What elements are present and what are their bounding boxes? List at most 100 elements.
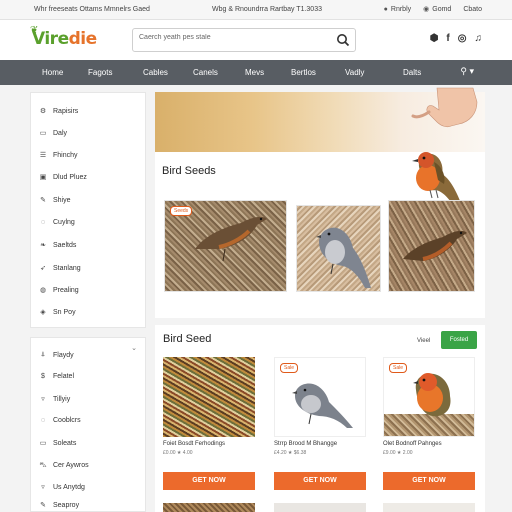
sidebar-item-8[interactable]: ➶ Stanlang (39, 264, 81, 273)
dollar-icon: $ (41, 373, 45, 380)
nav-item-8[interactable]: Dalts (403, 68, 421, 77)
sidebar-item-1[interactable]: ⚙ Rapisirs (39, 107, 78, 116)
next-row-image-2[interactable] (274, 503, 366, 512)
list-icon: ☰ (39, 152, 47, 159)
product-price: £9.00 ★ 2.00 (383, 450, 413, 456)
sparrow-image (195, 216, 267, 262)
pen-icon: ✎ (40, 197, 46, 204)
category-tile-1[interactable]: Seeds (164, 200, 287, 292)
category-tile-2[interactable] (296, 205, 381, 292)
sidebar-item-5[interactable]: ✎ Shiye (39, 196, 70, 205)
get-now-button-2[interactable]: GET NOW (274, 472, 366, 490)
product-image-2[interactable]: Sale (274, 357, 366, 437)
product-price: £4.20 ★ $6.38 (274, 450, 307, 456)
pen-icon: ✎ (40, 502, 46, 509)
cup-icon: ▿ (41, 396, 45, 403)
filter-item-3[interactable]: ▿ Tillyiy (39, 395, 70, 404)
search-bar (132, 28, 356, 52)
nav-item-4[interactable]: Canels (193, 68, 218, 77)
user-icon: ◉ (423, 6, 430, 13)
sidebar-item-7[interactable]: ❧ Saeltds (39, 241, 76, 250)
nav-item-7[interactable]: Vadly (345, 68, 364, 77)
next-row-image-1[interactable] (163, 503, 255, 512)
sale-badge: Sale (280, 363, 299, 373)
car-icon: ⛍ (39, 462, 47, 469)
filter-item-1[interactable]: ⍋ Flaydy (39, 351, 74, 359)
gear-icon: ⚙ (39, 108, 47, 115)
top-right-links: ● Rnrbly ◉ Gomd Cbato (384, 5, 482, 14)
sidebar-categories: ⚙ Rapisirs ▭ Daly ☰ Fhinchy ▣ Dlud Pluez ✎ Sh… (30, 92, 146, 328)
featured-section: Bird Seeds Seeds (155, 87, 485, 318)
site-logo[interactable]: ❦ Viredie (30, 25, 97, 49)
site-header: ❦ Viredie ⬢ f ◎ ♫ (0, 20, 512, 60)
account-icon[interactable]: ⚲ ▾ (460, 66, 474, 77)
filter-item-4[interactable]: ◌ Cooblcrs (39, 417, 81, 424)
globe-icon: ◍ (39, 287, 47, 294)
chat-icon: ◌ (40, 417, 46, 424)
box-icon: ▣ (39, 174, 47, 181)
get-now-button-1[interactable]: GET NOW (163, 472, 255, 490)
nav-item-2[interactable]: Fagots (88, 68, 112, 77)
view-all-link[interactable]: Vieel (417, 338, 430, 344)
category-tile-3[interactable] (388, 200, 475, 292)
top-mid-text: Wbg & Rnoundrra Rartbay T1.3033 (212, 6, 322, 13)
sale-badge: Sale (389, 363, 408, 373)
product-name: Strrp Brood M Bhangge (274, 441, 338, 447)
search-icon[interactable] (335, 32, 351, 48)
social-icons: ⬢ f ◎ ♫ (430, 33, 482, 44)
product-section: Bird Seed Vieel Fosted Foiet Bosdt Ferho… (155, 325, 485, 512)
product-price: £0.00 ★ 4.00 (163, 450, 193, 456)
finch-image (403, 230, 467, 261)
chevron-down-icon[interactable]: ⌄ (131, 344, 137, 352)
shield-icon[interactable]: ⬢ (430, 33, 439, 44)
sidebar-item-2[interactable]: ▭ Daly (39, 129, 67, 138)
product-card-3[interactable]: Sale Olet Bodnoff Pahnges £9.00 ★ 2.00 (383, 357, 479, 456)
feather-icon: ➶ (40, 265, 46, 272)
junco-product-icon (292, 383, 353, 428)
junco-image (316, 227, 371, 288)
product-image-3[interactable]: Sale (383, 357, 475, 437)
top-link-1[interactable]: ● Rnrbly (384, 6, 411, 13)
sidebar-item-6[interactable]: ◌ Cuylng (39, 219, 75, 226)
featured-pill-button[interactable]: Fosted (441, 331, 477, 349)
sidebar-item-10[interactable]: ◈ Sn Poy (39, 308, 75, 317)
sidebar-item-3[interactable]: ☰ Fhinchy (39, 151, 78, 160)
instagram-icon[interactable]: ◎ (458, 33, 467, 44)
product-name: Foiet Bosdt Ferhodings (163, 441, 226, 447)
nav-item-3[interactable]: Cables (143, 68, 168, 77)
filter-item-7[interactable]: ▿ Us Anytdg (39, 483, 85, 492)
sidebar-filters: ⌄ ⍋ Flaydy $ Felatel ▿ Tillyiy ◌ Cooblcrs ▭ S… (30, 337, 146, 512)
section-title-bird-seed: Bird Seed (163, 333, 212, 345)
filter-item-5[interactable]: ▭ Soleats (39, 439, 77, 448)
nav-item-6[interactable]: Bertlos (291, 68, 316, 77)
bell-icon[interactable]: ♫ (475, 33, 483, 44)
top-link-2[interactable]: ◉ Gomd (423, 5, 451, 14)
facebook-icon[interactable]: f (446, 33, 449, 44)
leaf-icon: ❧ (40, 242, 46, 249)
nav-item-home[interactable]: Home (42, 68, 63, 77)
tree-icon: ⍋ (40, 351, 46, 358)
product-card-1[interactable]: Foiet Bosdt Ferhodings £0.00 ★ 4.00 (163, 357, 259, 456)
tag-icon: ◈ (40, 309, 46, 316)
sidebar-item-4[interactable]: ▣ Dlud Pluez (39, 173, 87, 182)
top-left-text: Whr freeseats Ottams Mmnelrs Gaed (34, 6, 150, 13)
doc-icon: ▭ (39, 440, 47, 447)
sidebar-item-9[interactable]: ◍ Prealing (39, 286, 79, 295)
product-card-2[interactable]: Sale Strrp Brood M Bhangge £4.20 ★ $6.38 (274, 357, 370, 456)
section-title-bird-seeds: Bird Seeds (162, 165, 216, 177)
chat-icon: ◌ (40, 219, 46, 226)
main-nav: Home Fagots Cables Canels Mevs Bertlos V… (0, 60, 512, 85)
filter-item-2[interactable]: $ Felatel (39, 373, 74, 380)
filter-item-6[interactable]: ⛍ Cer Aywros (39, 461, 88, 470)
nav-item-5[interactable]: Mevs (245, 68, 264, 77)
filter-item-8[interactable]: ✎ Seaproy (39, 501, 79, 510)
next-row-image-3[interactable] (383, 503, 475, 512)
search-input[interactable] (139, 34, 329, 41)
logo-leaf-icon: ❦ (30, 25, 38, 36)
top-link-3[interactable]: Cbato (463, 6, 482, 13)
product-image-1[interactable] (163, 357, 255, 437)
get-now-button-3[interactable]: GET NOW (383, 472, 475, 490)
top-utility-bar: Whr freeseats Ottams Mmnelrs Gaed Wbg & … (0, 0, 512, 20)
robin-product-icon (413, 373, 451, 417)
pin-icon: ● (383, 5, 388, 13)
